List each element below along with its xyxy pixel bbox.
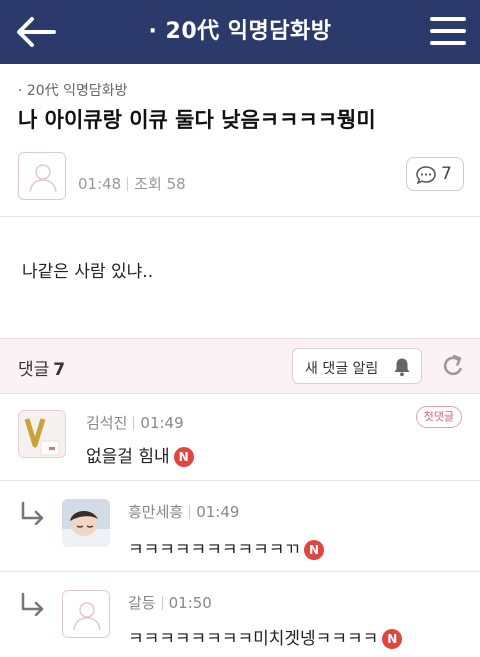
comment-text-row: ㅋㅋㅋㅋㅋㅋㅋㅋ미치겟넹ㅋㅋㅋㅋ N: [128, 624, 403, 649]
comment-time: 01:50: [168, 594, 212, 612]
comments-header: 댓글 7 새 댓글 알림: [0, 338, 480, 394]
default-user-icon: [29, 164, 57, 193]
commenter-meta: 김석진 01:49: [86, 412, 184, 433]
divider: [0, 216, 480, 217]
comment-text: ㅋㅋㅋㅋㅋㅋㅋㅋ미치겟넹ㅋㅋㅋㅋ: [128, 629, 379, 649]
new-badge: N: [382, 629, 403, 649]
comment-text-row: 없을걸 힘내 N: [86, 442, 194, 467]
commenter-name[interactable]: 흥만세흥: [128, 503, 183, 521]
first-comment-badge: 첫댓글: [415, 406, 462, 428]
commenter-meta: 갈등 01:50: [128, 592, 212, 613]
comments-label: 댓글 7: [18, 355, 65, 380]
commenter-avatar[interactable]: [62, 499, 110, 547]
comments-count: 7: [53, 360, 66, 380]
reply-arrow-icon: [21, 501, 44, 525]
comment-text: ㅋㅋㅋㅋㅋㅋㅋㅋㅋㅋㄲ: [128, 540, 301, 560]
comment-text-row: ㅋㅋㅋㅋㅋㅋㅋㅋㅋㅋㄲ N: [128, 535, 325, 560]
reply-item: 갈등 01:50 ㅋㅋㅋㅋㅋㅋㅋㅋ미치겟넹ㅋㅋㅋㅋ N: [0, 572, 480, 657]
author-avatar[interactable]: [18, 152, 66, 200]
new-badge: N: [173, 447, 194, 467]
comment-time: 01:49: [140, 414, 184, 432]
post-meta: 01:48 조회 58: [78, 173, 186, 194]
post-title: 나 아이큐랑 이큐 둘다 낮음ㅋㅋㅋㅋ뭥미: [18, 108, 376, 132]
commenter-avatar[interactable]: [62, 590, 110, 638]
reply-item: 흥만세흥 01:49 ㅋㅋㅋㅋㅋㅋㅋㅋㅋㅋㄲ N: [0, 481, 480, 571]
commenter-avatar[interactable]: [18, 410, 66, 458]
comment-item: 김석진 01:49 첫댓글 없을걸 힘내 N: [0, 394, 480, 480]
post-body: 나같은 사람 있냐..: [22, 262, 154, 282]
new-comment-notify-button[interactable]: 새 댓글 알림: [292, 348, 422, 384]
board-title: · 20代 익명담화방: [148, 19, 332, 44]
refresh-icon[interactable]: [440, 352, 466, 380]
commenter-name[interactable]: 김석진: [86, 414, 127, 432]
post-views: 조회 58: [134, 175, 186, 193]
comment-count: 7: [441, 164, 452, 184]
notify-label: 새 댓글 알림: [305, 361, 379, 377]
reply-arrow-icon: [21, 592, 44, 616]
post-board-name[interactable]: · 20代 익명담화방: [18, 80, 128, 100]
comment-count-button[interactable]: 7: [406, 157, 464, 191]
commenter-name[interactable]: 갈등: [128, 594, 156, 612]
speech-bubble-icon: [416, 166, 436, 185]
avatar-photo-icon: [19, 411, 65, 457]
hamburger-menu-icon[interactable]: [430, 16, 466, 46]
comments-label-text: 댓글: [18, 360, 50, 380]
avatar-photo-icon: [62, 499, 110, 547]
comment-time: 01:49: [196, 503, 240, 521]
post-time: 01:48: [78, 175, 122, 193]
top-app-bar: · 20代 익명담화방: [0, 0, 480, 64]
commenter-meta: 흥만세흥 01:49: [128, 501, 239, 522]
default-user-icon: [73, 602, 101, 631]
new-badge: N: [304, 540, 325, 560]
bell-icon: [394, 358, 410, 377]
comment-text: 없을걸 힘내: [86, 447, 170, 467]
